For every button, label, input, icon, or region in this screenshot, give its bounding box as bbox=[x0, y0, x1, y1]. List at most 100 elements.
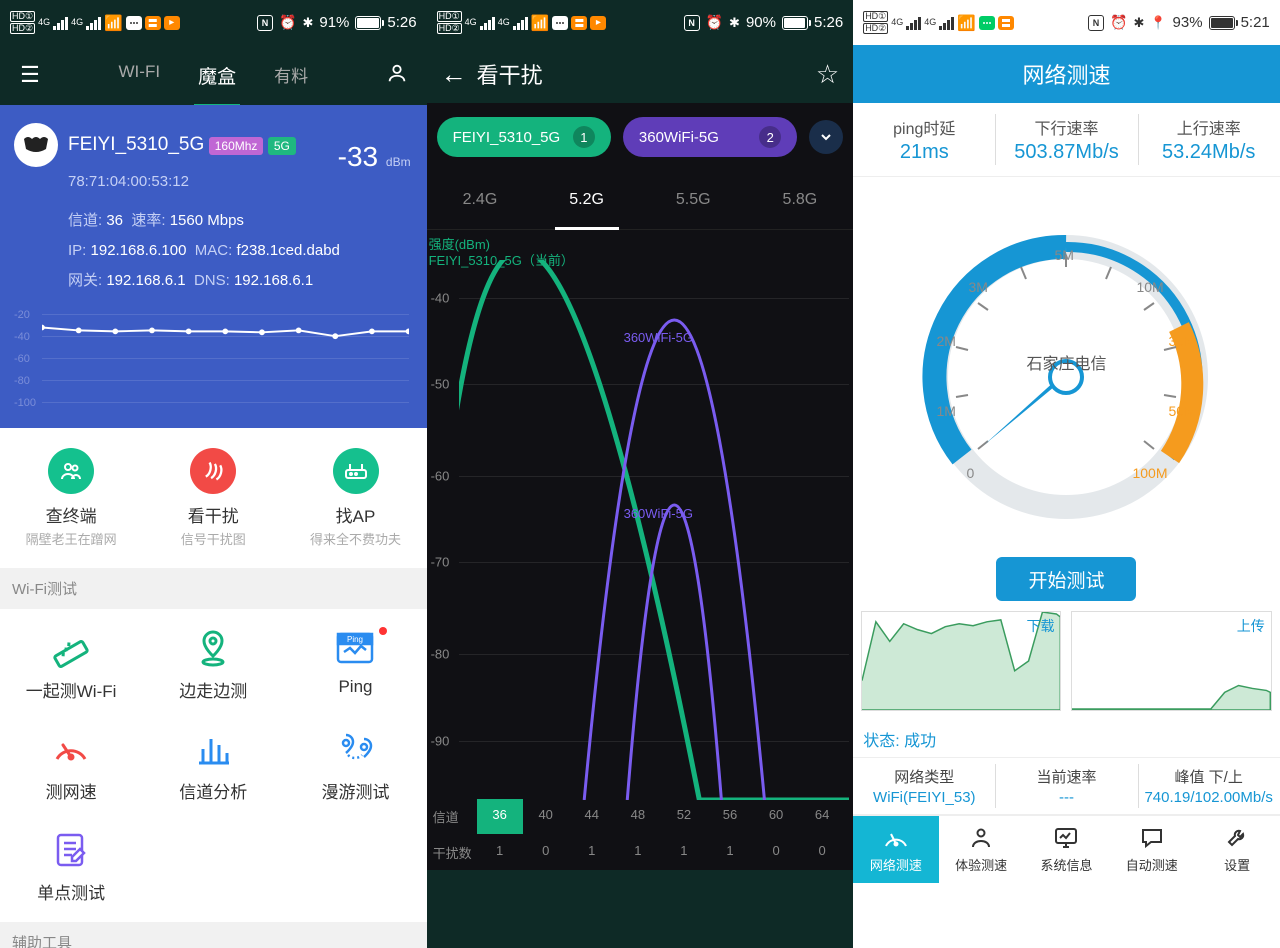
clock: 5:26 bbox=[387, 14, 416, 31]
test-tools-grid: 一起测Wi-Fi 边走边测 Ping Ping 测网速 信道分析 漫游测试 单点… bbox=[0, 609, 427, 922]
tab-mobox[interactable]: 魔盒 bbox=[194, 44, 240, 107]
menu-button[interactable]: ☰ bbox=[0, 62, 60, 88]
play-icon: ▸ bbox=[164, 16, 180, 30]
band-5.2g[interactable]: 5.2G bbox=[533, 181, 640, 219]
ssid-selector: FEIYI_5310_5G 1 360WiFi-5G 2 bbox=[427, 103, 854, 171]
tool-channel-analysis[interactable]: 信道分析 bbox=[142, 728, 284, 803]
back-button[interactable]: ← bbox=[441, 59, 477, 90]
phone-speed-test: HD①HD② 4G 4G 📶 〓 N 93% 5:21 网络测速 ping时延 … bbox=[853, 0, 1280, 948]
alarm-icon bbox=[1110, 14, 1127, 31]
section-aux-tools: 辅助工具 bbox=[0, 922, 427, 948]
nfc-icon: N bbox=[684, 15, 700, 31]
ssid-chip-current[interactable]: FEIYI_5310_5G 1 bbox=[437, 117, 611, 157]
isp-label: 石家庄电信 bbox=[1026, 350, 1106, 374]
speed-gauge: 0 1M 2M 3M 5M 10M 30M 50M 100M 石家庄电信 bbox=[853, 177, 1280, 557]
wrench-icon bbox=[1225, 825, 1249, 851]
status-bar: HD①HD② 4G 4G 📶 〓 ▸ N 90% 5:26 bbox=[427, 0, 854, 45]
people-icon bbox=[48, 448, 94, 494]
nav-auto-test[interactable]: 自动测速 bbox=[1109, 816, 1194, 883]
router-icon bbox=[333, 448, 379, 494]
tool-speed-test[interactable]: 测网速 bbox=[0, 728, 142, 803]
bluetooth-icon bbox=[302, 14, 313, 31]
profile-button[interactable] bbox=[367, 62, 427, 89]
alarm-icon bbox=[706, 14, 723, 31]
tool-interference[interactable]: 看干扰 信号干扰图 bbox=[142, 448, 284, 548]
status-bar: HD①HD② 4G 4G 📶 〓 ▸ N 91% 5:26 bbox=[0, 0, 427, 45]
bluetooth-icon bbox=[1133, 14, 1144, 31]
wifi-info-card: FEIYI_5310_5G 160Mhz 5G 78:71:04:00:53:1… bbox=[0, 105, 427, 428]
bars-icon bbox=[142, 728, 284, 770]
chat-icon bbox=[1139, 825, 1165, 851]
roam-icon bbox=[284, 728, 426, 770]
battery-icon bbox=[782, 16, 808, 30]
section-wifi-test: Wi-Fi测试 bbox=[0, 568, 427, 609]
phone-wifi-overview: HD①HD② 4G 4G 📶 〓 ▸ N 91% 5:26 ☰ WI-FI 魔盒… bbox=[0, 0, 427, 948]
bottom-nav: 网络测速 体验测速 系统信息 自动测速 设置 bbox=[853, 815, 1280, 883]
page-title: 看干扰 bbox=[477, 58, 816, 90]
alarm-icon bbox=[279, 14, 296, 31]
note-icon bbox=[0, 829, 142, 871]
ruler-icon bbox=[0, 627, 142, 669]
upload-chart: 上传 bbox=[1071, 611, 1271, 711]
app-header: ☰ WI-FI 魔盒 有料 bbox=[0, 45, 427, 105]
info-row: 网络类型 WiFi(FEIYI_53) 当前速率 --- 峰值 下/上 740.… bbox=[853, 757, 1280, 815]
gauge-icon bbox=[883, 825, 909, 851]
tab-wifi[interactable]: WI-FI bbox=[115, 44, 165, 107]
rssi-chart: -20-40 -60-80 -100 bbox=[14, 310, 413, 420]
ping-icon: Ping bbox=[284, 627, 426, 669]
bluetooth-icon bbox=[729, 14, 740, 31]
svg-text:Ping: Ping bbox=[347, 635, 363, 644]
band-tabs: 2.4G 5.2G 5.5G 5.8G bbox=[427, 171, 854, 230]
app-icon: 〓 bbox=[145, 16, 161, 30]
ssid-chip-other[interactable]: 360WiFi-5G 2 bbox=[623, 117, 797, 157]
nav-experience[interactable]: 体验测速 bbox=[939, 816, 1024, 883]
nav-speed-test[interactable]: 网络测速 bbox=[853, 816, 938, 883]
app-logo-icon bbox=[14, 123, 58, 167]
status-label: 状态: 成功 bbox=[853, 721, 1280, 757]
band-2.4g[interactable]: 2.4G bbox=[427, 181, 534, 219]
monitor-icon bbox=[1053, 825, 1079, 851]
nav-settings[interactable]: 设置 bbox=[1194, 816, 1279, 883]
metric-ping: ping时延 21ms bbox=[853, 103, 995, 176]
status-bar: HD①HD② 4G 4G 📶 〓 N 93% 5:21 bbox=[853, 0, 1280, 45]
nav-system-info[interactable]: 系统信息 bbox=[1024, 816, 1109, 883]
tool-point-test[interactable]: 单点测试 bbox=[0, 829, 142, 904]
download-chart: 下载 bbox=[861, 611, 1061, 711]
nfc-icon: N bbox=[1088, 15, 1104, 31]
page-title: 网络测速 bbox=[853, 45, 1280, 103]
tool-ping[interactable]: Ping Ping bbox=[284, 627, 426, 702]
phone-interference: HD①HD② 4G 4G 📶 〓 ▸ N 90% 5:26 ← 看干扰 ☆ FE… bbox=[427, 0, 854, 948]
metrics-row: ping时延 21ms 下行速率 503.87Mb/s 上行速率 53.24Mb… bbox=[853, 103, 1280, 177]
battery-pct: 91% bbox=[319, 14, 349, 31]
location-icon bbox=[1150, 14, 1166, 31]
wifi-icon: 📶 bbox=[104, 14, 123, 32]
tool-find-ap[interactable]: 找AP 得来全不费功夫 bbox=[284, 448, 426, 548]
tool-group-wifi[interactable]: 一起测Wi-Fi bbox=[0, 627, 142, 702]
tab-youliao[interactable]: 有料 bbox=[270, 44, 312, 107]
page-header: ← 看干扰 ☆ bbox=[427, 45, 854, 103]
favorite-button[interactable]: ☆ bbox=[816, 59, 839, 90]
nfc-icon: N bbox=[257, 15, 273, 31]
primary-tools: 查终端 隔壁老王在蹭网 看干扰 信号干扰图 找AP 得来全不费功夫 bbox=[0, 428, 427, 568]
channel-axis: 信道 36 40 44 48 52 56 60 64 bbox=[427, 799, 854, 834]
metric-upload: 上行速率 53.24Mb/s bbox=[1138, 103, 1280, 176]
battery-icon bbox=[1209, 16, 1235, 30]
start-test-button[interactable]: 开始测试 bbox=[996, 557, 1136, 601]
expand-button[interactable] bbox=[809, 120, 843, 154]
tool-walk-test[interactable]: 边走边测 bbox=[142, 627, 284, 702]
metric-download: 下行速率 503.87Mb/s bbox=[995, 103, 1137, 176]
info-network-type: 网络类型 WiFi(FEIYI_53) bbox=[853, 758, 995, 814]
band-5.8g[interactable]: 5.8G bbox=[747, 181, 854, 219]
tool-roam-test[interactable]: 漫游测试 bbox=[284, 728, 426, 803]
tool-check-terminal[interactable]: 查终端 隔壁老王在蹭网 bbox=[0, 448, 142, 548]
bssid: 78:71:04:00:53:12 bbox=[68, 173, 413, 190]
person-icon bbox=[969, 825, 993, 851]
band-5.5g[interactable]: 5.5G bbox=[640, 181, 747, 219]
gauge-icon bbox=[0, 728, 142, 770]
wave-icon bbox=[190, 448, 236, 494]
info-current-rate: 当前速率 --- bbox=[995, 758, 1137, 814]
band-badge: 5G bbox=[268, 137, 296, 155]
interference-row: 干扰数 1 0 1 1 1 1 0 0 bbox=[427, 839, 854, 866]
interference-chart: 强度(dBm) FEIYI_5310_5G（当前） -40 -50 -60 -7… bbox=[427, 230, 854, 870]
ssid: FEIYI_5310_5G bbox=[68, 134, 204, 155]
